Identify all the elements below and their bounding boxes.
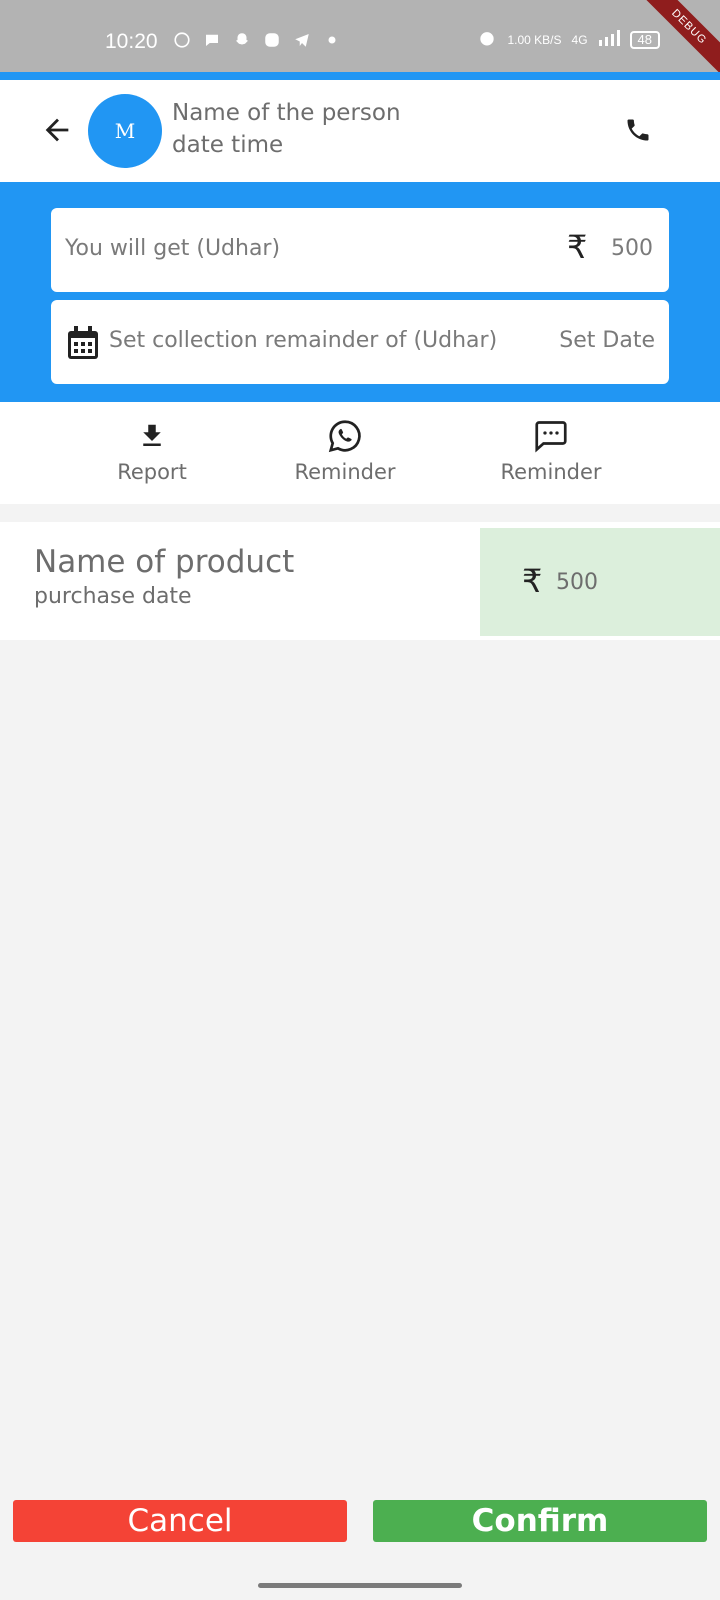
set-date-button[interactable]: Set Date (559, 328, 655, 353)
product-name: Name of product (34, 544, 295, 580)
reminder-label: Set collection remainder of (Udhar) (109, 328, 498, 353)
back-button[interactable] (34, 107, 80, 153)
sms-reminder-label: Reminder (500, 460, 602, 484)
report-label: Report (117, 460, 187, 484)
person-name: Name of the person (172, 100, 401, 126)
alarm-icon (477, 28, 497, 51)
chat-notification-icon (202, 30, 222, 50)
date-time: date time (172, 132, 284, 158)
telegram-notification-icon (292, 30, 312, 50)
app-bar: M Name of the person date time (0, 80, 720, 182)
amount-value: 500 (611, 236, 653, 261)
call-button[interactable] (616, 108, 660, 152)
reminder-date-field[interactable]: Set collection remainder of (Udhar) Set … (51, 300, 669, 384)
signal-icon (598, 30, 620, 49)
entry-panel: You will get (Udhar) ₹ 500 Set collectio… (0, 182, 720, 402)
battery-indicator: 48 (629, 30, 660, 49)
network-speed: 1.00 KB/S (507, 32, 562, 47)
phone-icon (627, 119, 649, 141)
whatsapp-icon (328, 420, 361, 453)
notification-icons (172, 30, 342, 50)
calendar-icon (68, 326, 98, 359)
action-bar: Report Reminder Reminder (0, 402, 720, 504)
status-bar: 10:20 1.00 KB/S 4G 48 DEBUG (0, 0, 720, 88)
amount-field[interactable]: You will get (Udhar) ₹ 500 (51, 208, 669, 292)
home-indicator[interactable] (258, 1583, 462, 1588)
whatsapp-reminder-button[interactable]: Reminder (280, 418, 410, 484)
sms-reminder-button[interactable]: Reminder (486, 418, 616, 484)
product-amount: 500 (556, 570, 598, 595)
rupee-icon: ₹ (522, 562, 543, 600)
arrow-back-icon (45, 118, 69, 142)
skype-notification-icon (262, 30, 282, 50)
cancel-button[interactable]: Cancel (13, 1500, 347, 1542)
snapchat-notification-icon (232, 30, 252, 50)
report-button[interactable]: Report (92, 418, 212, 484)
download-icon (143, 424, 161, 446)
more-notifications-dot-icon (322, 30, 342, 50)
whatsapp-notification-icon (172, 30, 192, 50)
sms-icon (535, 421, 567, 453)
rupee-icon: ₹ (567, 228, 588, 266)
product-amount-box: ₹ 500 (480, 528, 720, 636)
accent-strip (0, 72, 720, 80)
confirm-button[interactable]: Confirm (373, 1500, 707, 1542)
whatsapp-reminder-label: Reminder (294, 460, 396, 484)
avatar[interactable]: M (88, 94, 162, 168)
network-type: 4G (571, 32, 588, 47)
purchase-date: purchase date (34, 584, 192, 609)
status-time: 10:20 (105, 30, 158, 53)
amount-label: You will get (Udhar) (65, 236, 281, 261)
system-indicators: 1.00 KB/S 4G 48 (477, 28, 660, 51)
product-list-item[interactable]: Name of product purchase date ₹ 500 (0, 522, 720, 640)
